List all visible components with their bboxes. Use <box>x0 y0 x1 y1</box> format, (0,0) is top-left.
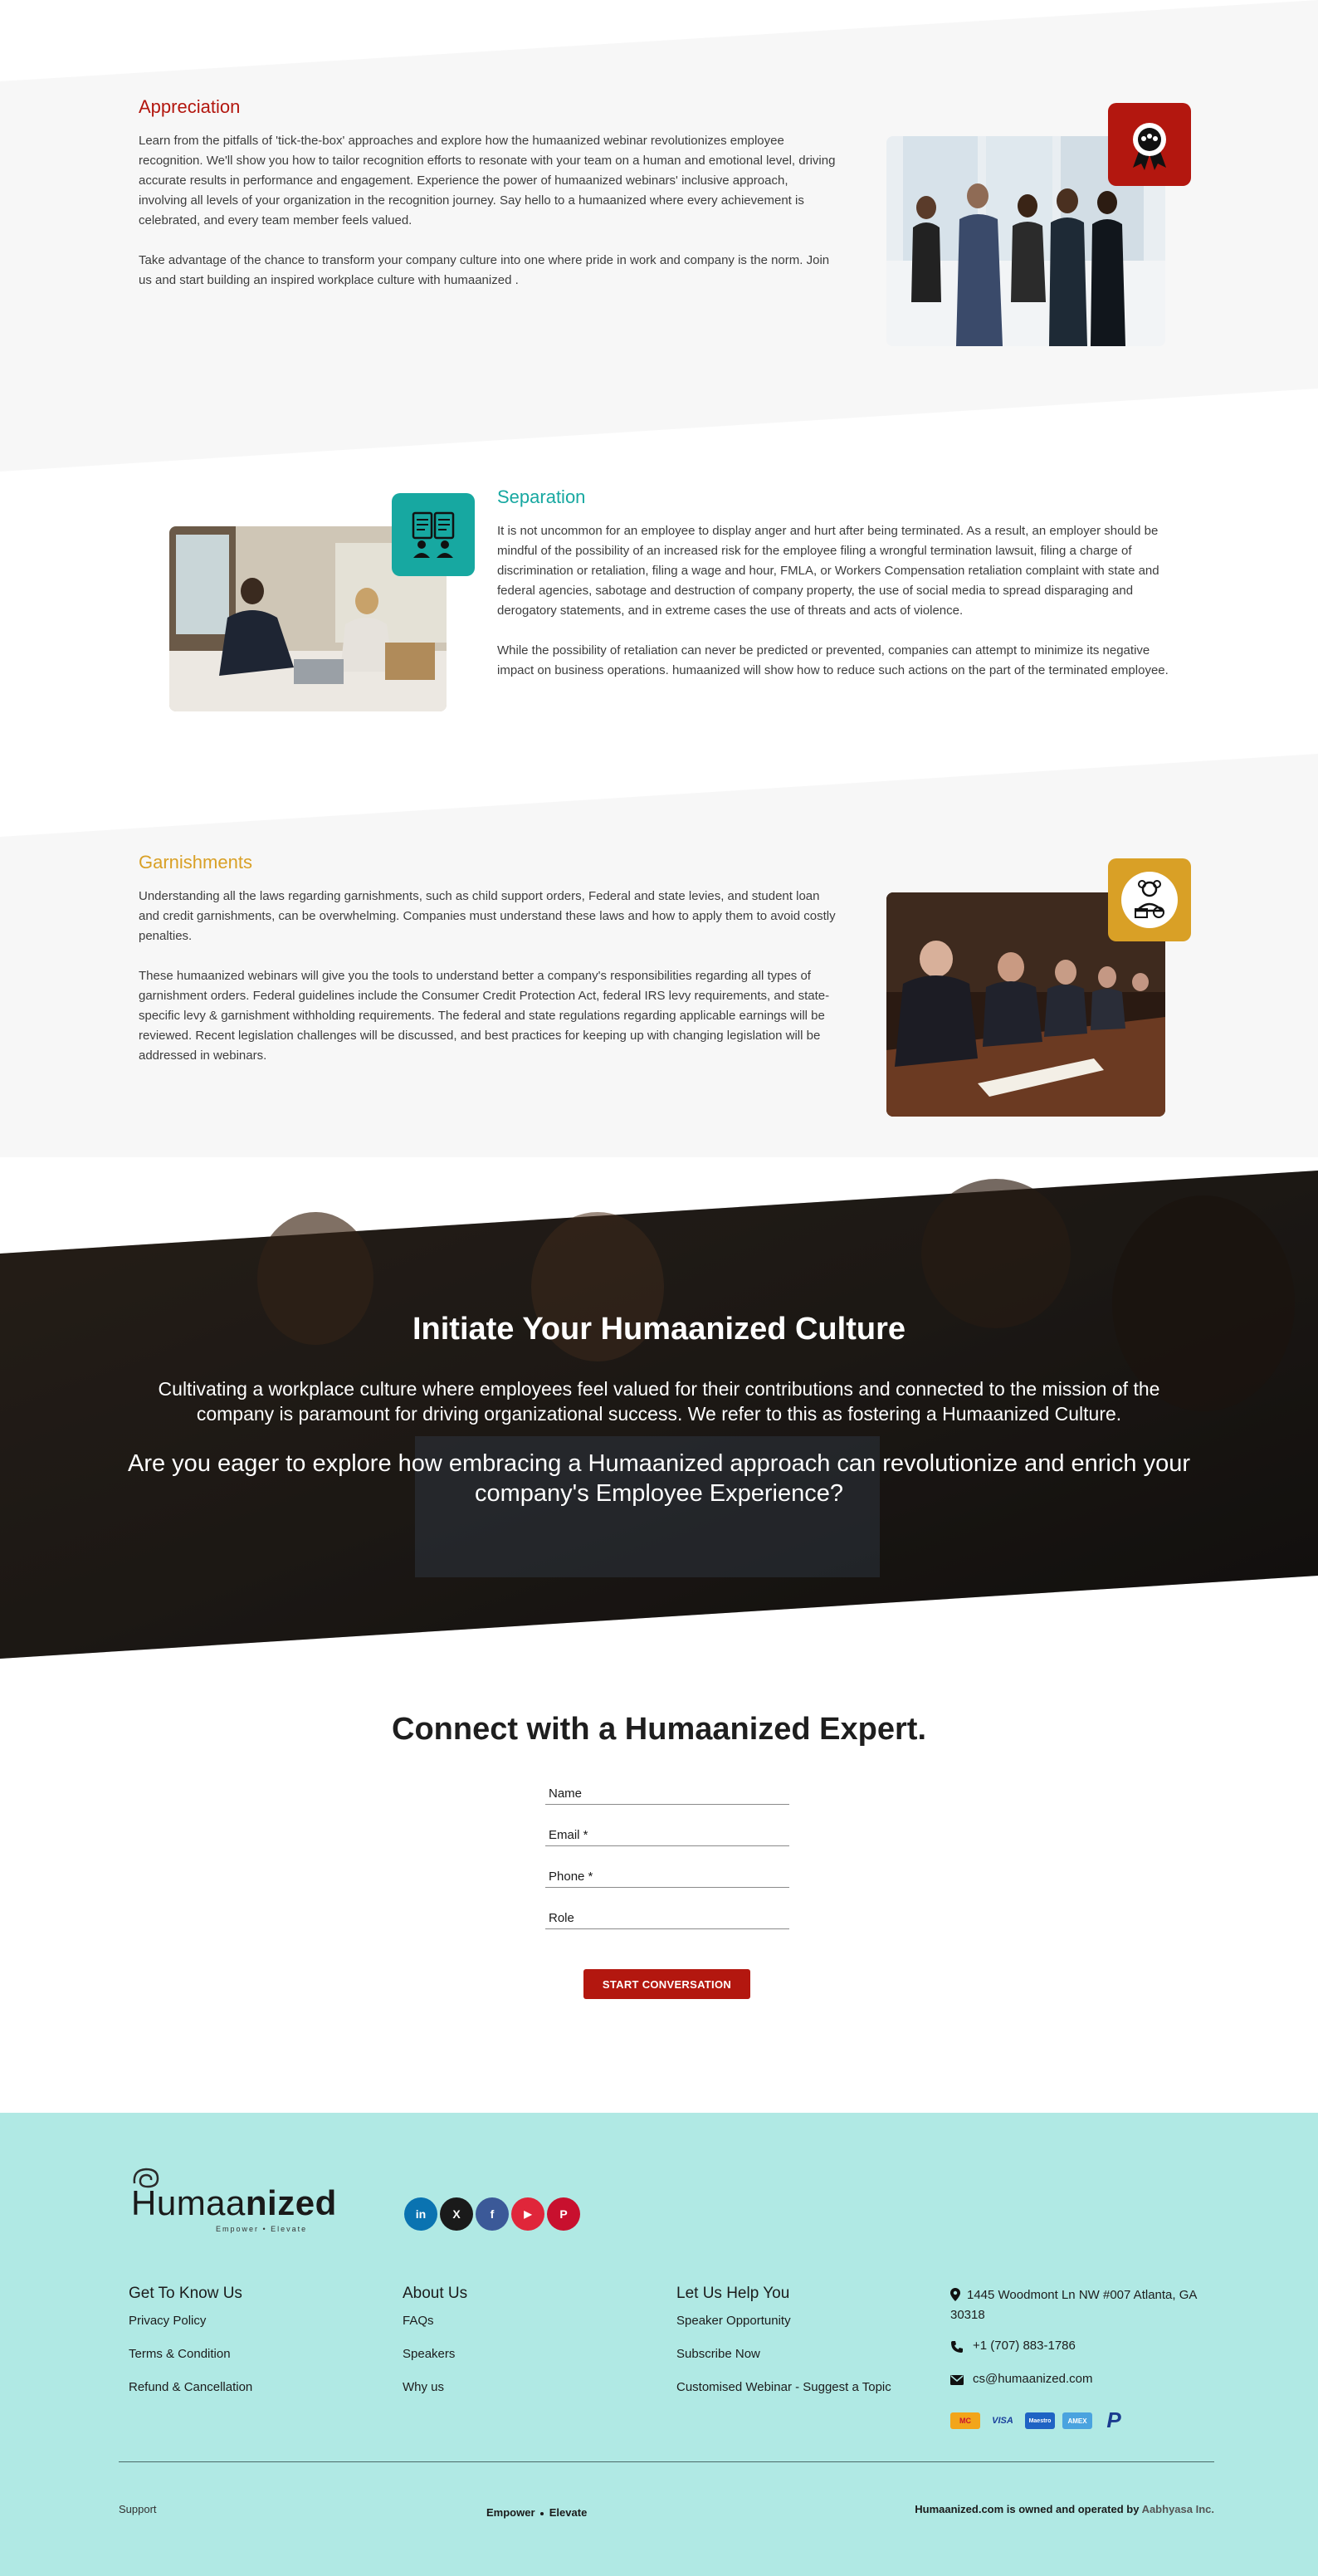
footer-tagline: Empower Elevate <box>486 2506 587 2519</box>
terms-link[interactable]: Terms & Condition <box>129 2347 231 2361</box>
facebook-icon[interactable]: f <box>476 2197 509 2231</box>
logo-text-bold: nized <box>245 2183 337 2222</box>
garnishments-title: Garnishments <box>139 852 252 873</box>
appreciation-paragraph-1: Learn from the pitfalls of 'tick-the-box… <box>139 134 836 227</box>
name-field[interactable]: Name <box>545 1780 789 1805</box>
refund-link[interactable]: Refund & Cancellation <box>129 2380 252 2394</box>
x-twitter-icon[interactable]: X <box>440 2197 473 2231</box>
role-label: Role <box>549 1911 574 1925</box>
support-link[interactable]: Support <box>119 2503 157 2515</box>
cta-question: Are you eager to explore how embracing a… <box>128 1450 1190 1507</box>
tagline-elevate: Elevate <box>549 2506 588 2519</box>
humaanized-logo[interactable]: Humaanized Empower • Elevate <box>129 2165 378 2240</box>
tagline-empower: Empower <box>486 2506 535 2519</box>
garnishments-paragraph-1: Understanding all the laws regarding gar… <box>139 889 836 943</box>
visa-icon: VISA <box>992 2416 1013 2426</box>
tagline-dot-icon <box>540 2511 544 2515</box>
pinterest-icon[interactable]: P <box>547 2197 580 2231</box>
garnishments-body: Understanding all the laws regarding gar… <box>139 887 836 1086</box>
legal-officer-icon <box>1121 872 1178 928</box>
separation-paragraph-1: It is not uncommon for an employee to di… <box>497 524 1159 618</box>
role-field[interactable]: Role <box>545 1904 789 1929</box>
why-us-link[interactable]: Why us <box>403 2380 444 2394</box>
checklist-people-icon <box>412 511 455 558</box>
mastercard-icon: MC <box>950 2412 980 2429</box>
phone-label: Phone * <box>549 1870 593 1884</box>
linkedin-icon[interactable]: in <box>404 2197 437 2231</box>
subscribe-link[interactable]: Subscribe Now <box>676 2347 760 2361</box>
privacy-policy-link[interactable]: Privacy Policy <box>129 2314 206 2328</box>
email-field[interactable]: Email * <box>545 1821 789 1846</box>
footer-divider <box>119 2461 1214 2462</box>
address-text: 1445 Woodmont Ln NW #007 Atlanta, GA 303… <box>950 2288 1197 2322</box>
phone-icon <box>951 2341 963 2353</box>
speaker-opportunity-link[interactable]: Speaker Opportunity <box>676 2314 791 2328</box>
ownership-text: Humaanized.com is owned and operated by … <box>915 2503 1214 2515</box>
logo-text-light: Humaa <box>131 2183 246 2222</box>
customised-webinar-link[interactable]: Customised Webinar - Suggest a Topic <box>676 2380 891 2394</box>
footer-col1-title: Get To Know Us <box>129 2285 242 2302</box>
faqs-link[interactable]: FAQs <box>403 2314 434 2328</box>
email-label: Email * <box>549 1828 588 1842</box>
garnishments-badge <box>1108 858 1191 941</box>
youtube-icon[interactable]: ▶ <box>511 2197 544 2231</box>
garnishments-paragraph-2: These humaanized webinars will give you … <box>139 969 830 1063</box>
cta-subtitle: Cultivating a workplace culture where em… <box>158 1378 1160 1425</box>
appreciation-badge <box>1108 103 1191 186</box>
aabhyasa-link[interactable]: Aabhyasa Inc. <box>1142 2503 1214 2515</box>
envelope-icon <box>950 2375 964 2385</box>
start-conversation-button[interactable]: START CONVERSATION <box>583 1969 750 1999</box>
appreciation-body: Learn from the pitfalls of 'tick-the-box… <box>139 131 836 310</box>
phone-field[interactable]: Phone * <box>545 1863 789 1888</box>
amex-icon: AMEX <box>1062 2412 1092 2429</box>
name-label: Name <box>549 1787 583 1801</box>
logo-tagline: Empower • Elevate <box>216 2225 308 2233</box>
separation-paragraph-2: While the possibility of retaliation can… <box>497 643 1169 677</box>
separation-body: It is not uncommon for an employee to di… <box>497 521 1186 701</box>
ownership-prefix: Humaanized.com is owned and operated by <box>915 2503 1142 2515</box>
form-title: Connect with a Humaanized Expert. <box>392 1712 926 1747</box>
email-text[interactable]: cs@humaanized.com <box>973 2372 1092 2386</box>
appreciation-title: Appreciation <box>139 96 241 117</box>
phone-text[interactable]: +1 (707) 883-1786 <box>973 2339 1076 2353</box>
separation-badge <box>392 493 475 576</box>
footer-col2-title: About Us <box>403 2285 468 2302</box>
speakers-link[interactable]: Speakers <box>403 2347 455 2361</box>
award-ribbon-icon <box>1133 123 1166 170</box>
separation-title: Separation <box>497 486 586 507</box>
culture-cta-banner: Initiate Your Humaanized Culture Cultiva… <box>0 1162 1318 1660</box>
footer-col3-title: Let Us Help You <box>676 2285 790 2302</box>
appreciation-paragraph-2: Take advantage of the chance to transfor… <box>139 253 830 287</box>
footer: Humaanized Empower • Elevate in X f ▶ P … <box>0 2113 1318 2576</box>
cta-title: Initiate Your Humaanized Culture <box>412 1312 906 1347</box>
paypal-icon: P <box>1106 2407 1121 2432</box>
maestro-icon: Maestro <box>1025 2412 1055 2429</box>
